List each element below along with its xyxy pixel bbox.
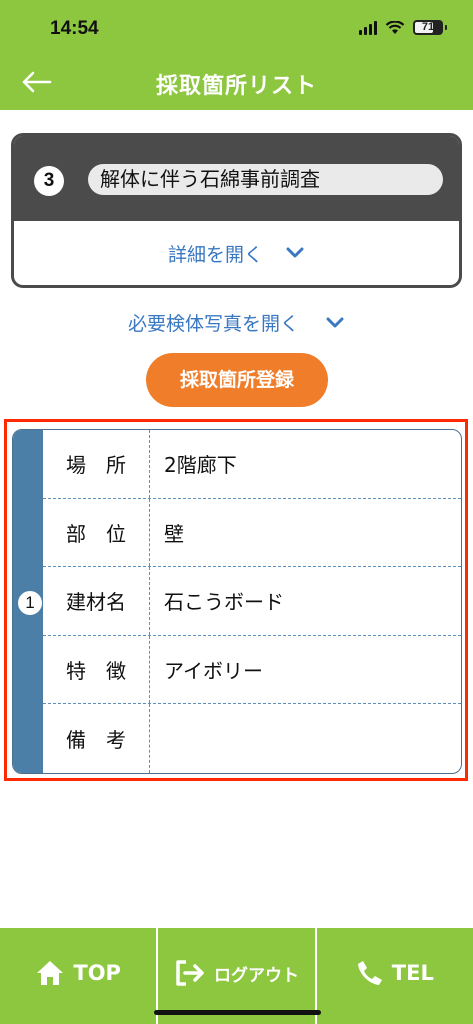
app-header: 14:54 71 採取箇所リスト	[0, 0, 473, 110]
register-sampling-point-button[interactable]: 採取箇所登録	[146, 353, 328, 407]
status-icons: 71	[359, 20, 447, 35]
table-row-remarks: 備 考	[43, 704, 461, 773]
table-row-material: 建材名 石こうボード	[43, 567, 461, 636]
row-label: 建材名	[43, 567, 150, 635]
sample-number-badge: 1	[18, 591, 42, 615]
survey-number-badge: 3	[34, 166, 64, 196]
nav-top-label: TOP	[73, 961, 121, 985]
table-row-location: 場 所 2階廊下	[43, 430, 461, 499]
logout-icon	[176, 960, 204, 986]
open-sample-photos-label: 必要検体写真を開く	[127, 313, 299, 335]
sample-point-card[interactable]: 1 場 所 2階廊下 部 位 壁 建材名 石こうボード 特 徴 アイボリー 備 …	[12, 429, 462, 774]
survey-name: 解体に伴う石綿事前調査	[88, 164, 443, 195]
status-time: 14:54	[50, 18, 99, 39]
phone-icon	[357, 961, 382, 985]
wifi-icon	[385, 20, 405, 34]
page-title: 採取箇所リスト	[155, 74, 317, 99]
sample-detail-table: 場 所 2階廊下 部 位 壁 建材名 石こうボード 特 徴 アイボリー 備 考	[43, 430, 461, 773]
nav-tel-label: TEL	[391, 961, 434, 985]
nav-top-button[interactable]: TOP	[0, 928, 159, 1024]
row-label: 特 徴	[43, 635, 150, 704]
row-label: 場 所	[43, 430, 150, 498]
cellular-signal-icon	[359, 20, 377, 35]
home-indicator	[154, 1010, 321, 1015]
row-value: アイボリー	[164, 659, 263, 684]
chevron-down-icon	[286, 247, 304, 258]
nav-logout-label: ログアウト	[213, 965, 299, 986]
battery-level: 71	[421, 21, 435, 33]
table-row-feature: 特 徴 アイボリー	[43, 635, 461, 705]
home-icon	[37, 961, 64, 985]
chevron-down-icon	[326, 317, 344, 327]
survey-card-header: 3 解体に伴う石綿事前調査	[14, 136, 459, 221]
open-details-label: 詳細を開く	[167, 243, 263, 266]
open-sample-photos-toggle[interactable]: 必要検体写真を開く	[0, 309, 473, 336]
row-label: 部 位	[43, 498, 150, 567]
nav-tel-button[interactable]: TEL	[317, 928, 473, 1024]
row-value: 壁	[164, 521, 184, 546]
survey-card: 3 解体に伴う石綿事前調査 詳細を開く	[11, 133, 462, 288]
battery-icon: 71	[413, 20, 447, 35]
open-details-toggle[interactable]: 詳細を開く	[14, 221, 459, 285]
row-value: 2階廊下	[164, 453, 237, 478]
row-label: 備 考	[43, 704, 150, 773]
table-row-part: 部 位 壁	[43, 498, 461, 568]
row-value: 石こうボード	[164, 590, 284, 615]
